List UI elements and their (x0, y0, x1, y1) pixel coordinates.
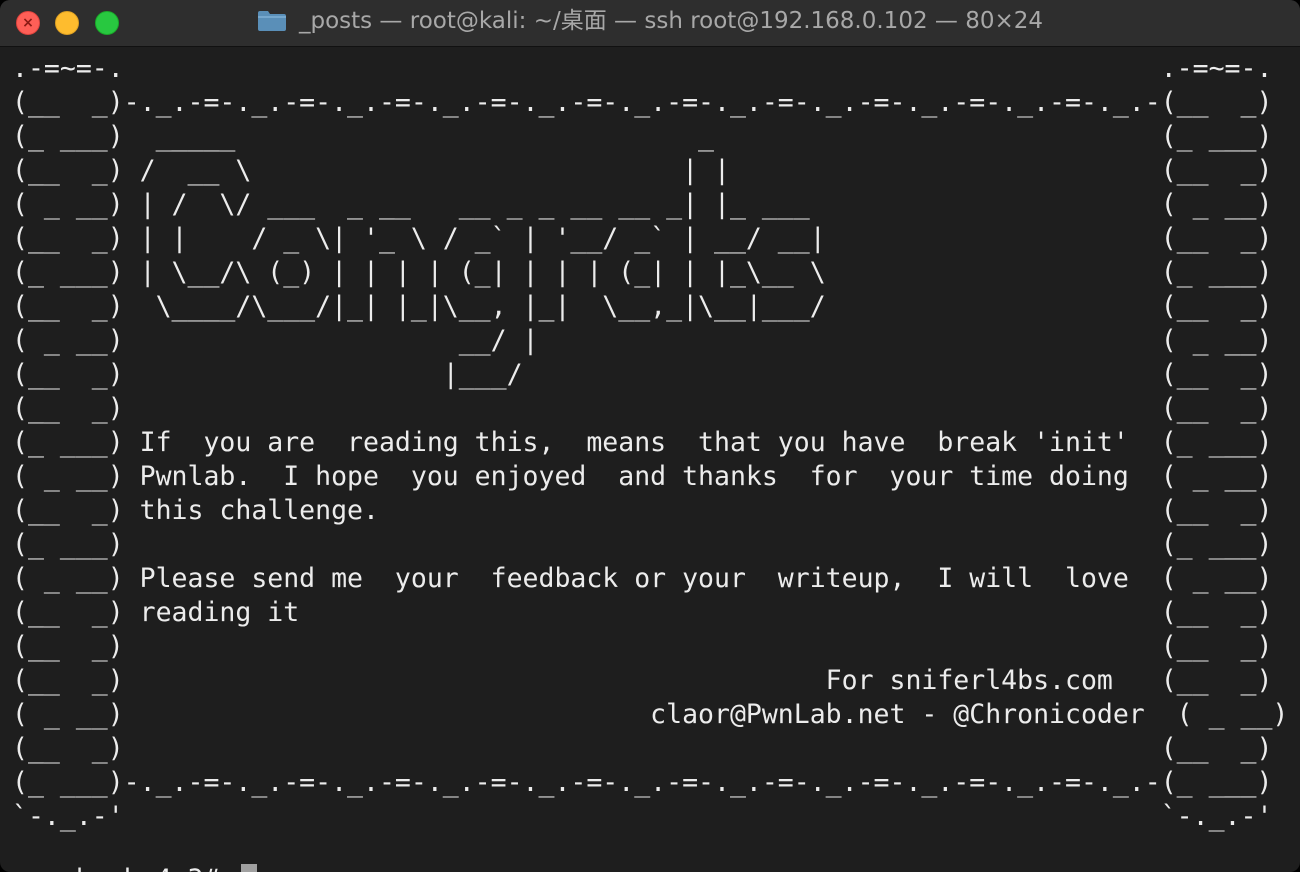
terminal-line: (_ ___) _____ _ (_ ___) (12, 121, 1273, 152)
shell-prompt: bash-4.3# (76, 864, 236, 872)
terminal-line: (__ _) (__ _) (12, 733, 1273, 764)
terminal-window: × _posts — root@kali: ~/桌面 — ssh root@19… (0, 0, 1300, 872)
terminal-output[interactable]: .-=~=-. .-=~=-. (__ _)-._.-=-._.-=-._.-=-… (12, 52, 1292, 868)
terminal-line: ( _ __) Please send me your feedback or … (12, 563, 1273, 594)
window-title: _posts — root@kali: ~/桌面 — ssh root@192.… (298, 8, 1044, 35)
folder-icon (257, 11, 286, 32)
terminal-line: (_ ___) | \__/\ (_) | | | | (_| | | | (_… (12, 257, 1273, 288)
title-bar[interactable]: × _posts — root@kali: ~/桌面 — ssh root@19… (0, 0, 1300, 47)
terminal-line: ( _ __) __/ | ( _ __) (12, 325, 1273, 356)
terminal-line: (__ _) (__ _) (12, 393, 1273, 424)
terminal-line: (__ _) reading it (__ _) (12, 597, 1273, 628)
terminal-line: ( _ __) Pwnlab. I hope you enjoyed and t… (12, 461, 1273, 492)
terminal-line: (__ _) (__ _) (12, 631, 1273, 662)
command-prompt-line[interactable]: bash-4.3# (12, 829, 258, 872)
terminal-line: (__ _)-._.-=-._.-=-._.-=-._.-=-._.-=-._.… (12, 87, 1273, 118)
window-title-area: _posts — root@kali: ~/桌面 — ssh root@192.… (0, 0, 1300, 46)
terminal-line: (__ _) \____/\___/|_| |_|\__, |_| \__,_|… (12, 291, 1273, 322)
terminal-line: ( _ __) | / \/ ___ _ __ __ _ _ __ __ _| … (12, 189, 1273, 220)
terminal-line: (__ _) / __ \ | | (__ _) (12, 155, 1273, 186)
terminal-line: (__ _) |___/ (__ _) (12, 359, 1273, 390)
terminal-line: (_ ___)-._.-=-._.-=-._.-=-._.-=-._.-=-._… (12, 767, 1273, 798)
terminal-line: ( _ __) claor@PwnLab.net - @Chronicoder … (12, 699, 1289, 730)
terminal-line: .-=~=-. .-=~=-. (12, 53, 1273, 84)
terminal-line: (__ _) | | / _ \| '_ \ / _` | '__/ _` | … (12, 223, 1273, 254)
terminal-line: (__ _) this challenge. (__ _) (12, 495, 1273, 526)
terminal-line: (_ ___) (_ ___) (12, 529, 1273, 560)
text-cursor (241, 863, 258, 872)
terminal-line: (_ ___) If you are reading this, means t… (12, 427, 1273, 458)
terminal-line: (__ _) For sniferl4bs.com (__ _) (12, 665, 1273, 696)
